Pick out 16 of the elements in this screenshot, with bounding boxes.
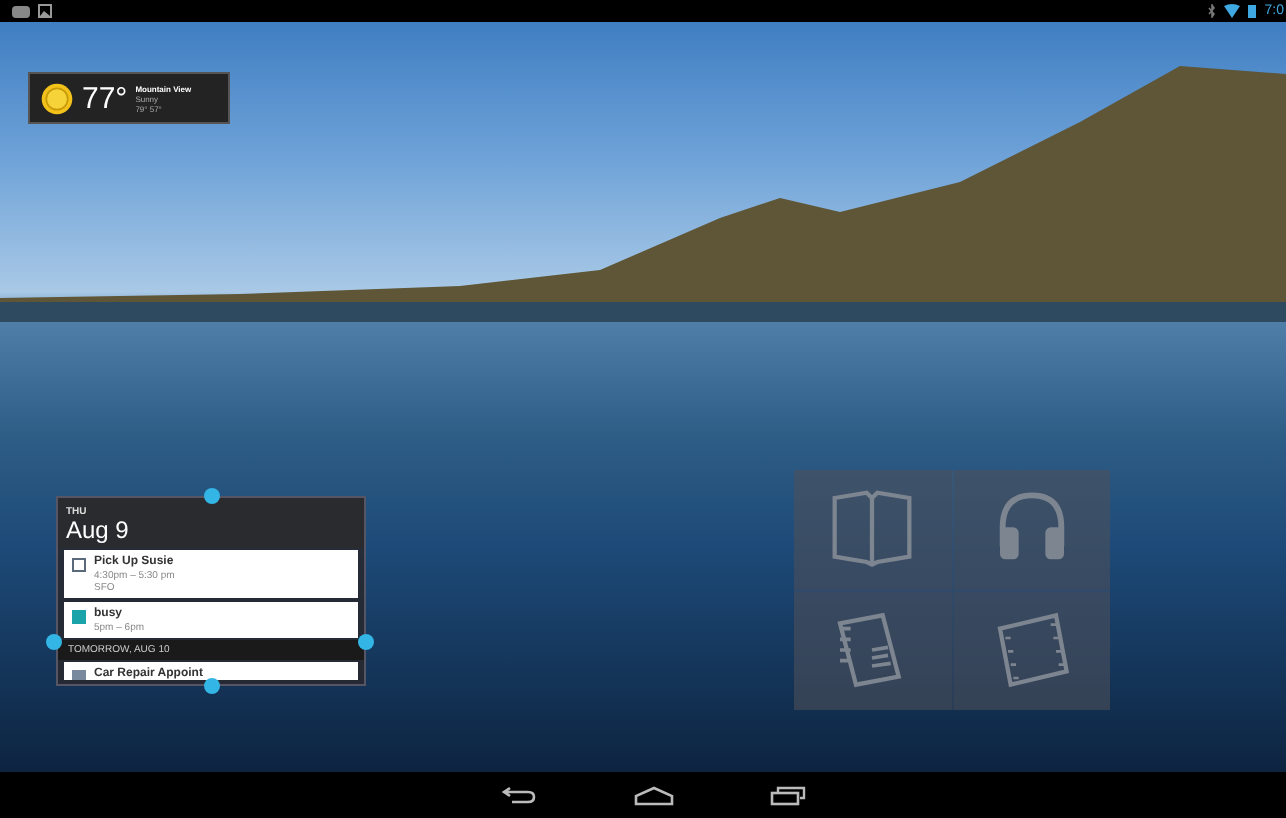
resize-handle[interactable] — [46, 634, 62, 650]
recent-apps-icon[interactable] — [769, 785, 805, 805]
date: Aug 9 — [66, 518, 131, 542]
back-icon[interactable] — [501, 786, 537, 804]
resize-handle[interactable] — [204, 488, 220, 504]
home-icon[interactable] — [633, 785, 673, 805]
resize-handle[interactable] — [204, 678, 220, 694]
temperature: 77° — [82, 81, 128, 115]
resize-handle[interactable] — [358, 634, 374, 650]
wifi-icon — [1224, 4, 1241, 18]
picture-icon — [38, 4, 52, 18]
battery-icon — [1248, 4, 1257, 18]
bluetooth-icon — [1208, 4, 1217, 18]
notification-icon — [12, 5, 30, 17]
app-folder[interactable] — [794, 470, 1110, 710]
sun-icon — [40, 81, 74, 115]
